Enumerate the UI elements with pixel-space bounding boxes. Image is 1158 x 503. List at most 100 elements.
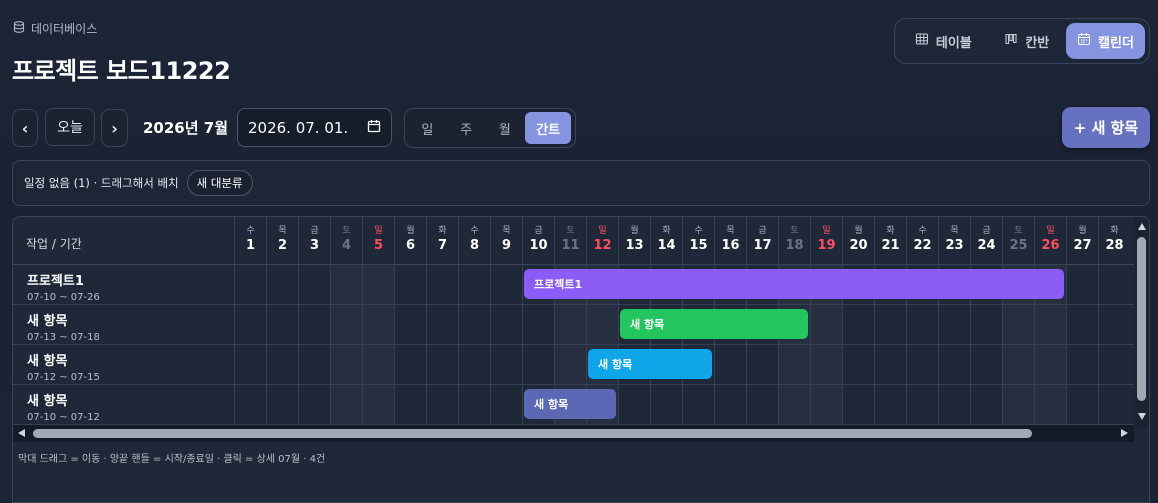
day-header: 금 17	[746, 217, 778, 265]
day-of-week: 일	[1046, 226, 1055, 236]
day-header: 일 26	[1034, 217, 1066, 265]
scroll-right-icon[interactable]	[1121, 429, 1128, 437]
vertical-scroll-thumb[interactable]	[1137, 237, 1146, 401]
task-bar[interactable]: 프로젝트1	[524, 269, 1064, 299]
database-icon	[13, 21, 25, 36]
day-number: 20	[849, 238, 868, 253]
day-header: 일 12	[586, 217, 618, 265]
day-of-week: 토	[790, 226, 799, 236]
day-of-week: 토	[342, 226, 351, 236]
day-number: 6	[405, 238, 416, 253]
scroll-left-icon[interactable]	[18, 429, 25, 437]
unscheduled-text: 일정 없음 (1) · 드래그해서 배치	[24, 176, 179, 190]
unscheduled-bar: 일정 없음 (1) · 드래그해서 배치 새 대분류	[12, 160, 1150, 206]
task-name[interactable]: 새 항목	[27, 350, 67, 369]
date-input-value: 2026. 07. 01.	[248, 118, 349, 137]
day-header: 화 21	[874, 217, 906, 265]
scroll-up-icon[interactable]	[1138, 223, 1146, 230]
day-of-week: 목	[950, 226, 959, 236]
day-header: 수 22	[906, 217, 938, 265]
day-of-week: 일	[598, 226, 607, 236]
view-tab-kanban[interactable]: 칸반	[992, 23, 1062, 59]
scale-gantt[interactable]: 간트	[525, 112, 571, 144]
day-number: 15	[689, 238, 708, 253]
day-number: 25	[1009, 238, 1028, 253]
day-number: 18	[785, 238, 804, 253]
day-header: 수 15	[682, 217, 714, 265]
day-of-week: 토	[1014, 226, 1023, 236]
scroll-down-icon[interactable]	[1138, 413, 1146, 420]
day-header: 월 20	[842, 217, 874, 265]
view-tab-calendar[interactable]: 캘린더	[1065, 23, 1145, 59]
day-number: 11	[561, 238, 580, 253]
task-range: 07-10 ~ 07-12	[27, 412, 100, 423]
task-bar[interactable]: 새 항목	[524, 389, 616, 419]
day-header: 목2	[266, 217, 298, 265]
gantt-chart: 작업 / 기간 수 1 목 2 금 3 토 4 일 5 월 6 화 7 수 8 목 9 금 10 토 11 일 12 월 13 화 1…	[12, 216, 1150, 503]
calendar-picker-icon[interactable]	[367, 119, 381, 137]
day-number: 14	[657, 238, 676, 253]
day-of-week: 수	[246, 226, 255, 236]
day-header: 목 16	[714, 217, 746, 265]
date-input[interactable]: 2026. 07. 01.	[237, 108, 392, 147]
day-number: 12	[593, 238, 612, 253]
day-header: 토4	[330, 217, 362, 265]
new-item-button[interactable]: + 새 항목	[1062, 107, 1150, 148]
day-of-week: 수	[918, 226, 927, 236]
prev-button[interactable]: ‹	[12, 109, 38, 147]
day-header: 일 19	[810, 217, 842, 265]
day-number: 24	[977, 238, 996, 253]
view-tab-label: 캘린더	[1098, 35, 1134, 51]
day-header: 일5	[362, 217, 394, 265]
breadcrumb-label[interactable]: 데이터베이스	[31, 20, 97, 37]
day-header: 목 23	[938, 217, 970, 265]
view-switcher: 테이블 칸반 캘린더	[894, 18, 1150, 64]
day-header: 화 14	[650, 217, 682, 265]
task-name[interactable]: 새 항목	[27, 390, 67, 409]
view-tab-label: 테이블	[935, 35, 972, 51]
day-of-week: 월	[406, 226, 415, 236]
task-bar[interactable]: 새 항목	[620, 309, 808, 339]
day-of-week: 금	[982, 226, 991, 236]
task-bar[interactable]: 새 항목	[588, 349, 712, 379]
day-number: 23	[945, 238, 964, 253]
day-of-week: 금	[534, 226, 543, 236]
task-range: 07-12 ~ 07-15	[27, 372, 100, 383]
day-number: 21	[881, 238, 900, 253]
task-column-header: 작업 / 기간	[26, 237, 82, 251]
today-button[interactable]: 오늘	[45, 108, 95, 146]
table-icon	[915, 32, 929, 50]
day-number: 1	[245, 238, 256, 253]
day-number: 8	[469, 238, 480, 253]
day-number: 3	[309, 238, 320, 253]
day-header: 목9	[490, 217, 522, 265]
horizontal-scroll-thumb[interactable]	[33, 429, 1032, 438]
day-number: 19	[817, 238, 836, 253]
day-of-week: 목	[726, 226, 735, 236]
day-of-week: 월	[1078, 226, 1087, 236]
day-number: 27	[1073, 238, 1092, 253]
day-of-week: 토	[566, 226, 575, 236]
next-button[interactable]: ›	[101, 109, 128, 147]
day-number: 5	[373, 238, 384, 253]
day-number: 13	[625, 238, 644, 253]
day-of-week: 수	[694, 226, 703, 236]
day-header: 토 11	[554, 217, 586, 265]
kanban-icon	[1004, 32, 1018, 50]
unscheduled-chip[interactable]: 새 대분류	[186, 170, 253, 196]
day-header: 토 25	[1002, 217, 1034, 265]
day-of-week: 금	[758, 226, 767, 236]
day-header: 월 27	[1066, 217, 1098, 265]
scale-month[interactable]: 월	[487, 112, 524, 144]
scale-week[interactable]: 주	[448, 112, 485, 144]
day-of-week: 수	[470, 226, 479, 236]
day-number: 2	[277, 238, 288, 253]
scale-day[interactable]: 일	[409, 112, 446, 144]
task-name[interactable]: 프로젝트1	[27, 270, 84, 289]
task-name[interactable]: 새 항목	[27, 310, 67, 329]
day-of-week: 화	[662, 226, 671, 236]
breadcrumb: 데이터베이스	[13, 20, 97, 37]
month-label: 2026년 7월	[143, 119, 229, 137]
day-of-week: 화	[1110, 226, 1119, 236]
view-tab-table[interactable]: 테이블	[899, 23, 988, 59]
